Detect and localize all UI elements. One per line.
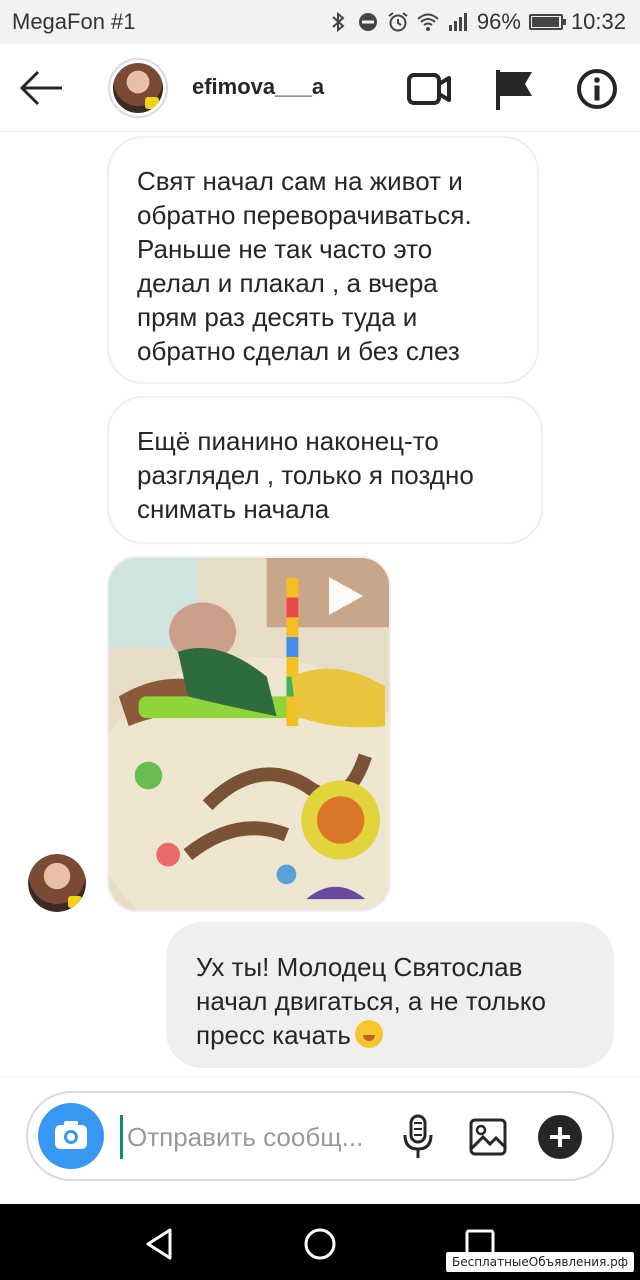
back-arrow-icon[interactable] xyxy=(18,66,66,110)
sender-avatar[interactable] xyxy=(28,854,86,912)
android-nav-bar: БесплатныеОбъявления.рф xyxy=(0,1204,640,1280)
wifi-icon xyxy=(417,13,439,31)
info-icon[interactable] xyxy=(574,66,620,112)
bluetooth-icon xyxy=(332,11,345,33)
camera-button[interactable] xyxy=(38,1103,104,1169)
plus-icon xyxy=(550,1127,570,1147)
battery-percent: 96% xyxy=(476,9,521,34)
message-text-line: разглядел , только я поздно xyxy=(137,460,474,490)
video-call-icon[interactable] xyxy=(406,66,452,112)
message-text-line: Ух ты! Молодец Святослав xyxy=(196,952,523,982)
message-text-line: пресс качать xyxy=(196,1018,584,1052)
message-text-line: делал и плакал , а вчера xyxy=(137,268,438,298)
incoming-message-bubble[interactable]: Свят начал сам на живот и обратно перево… xyxy=(107,136,539,384)
signal-icon xyxy=(448,13,467,31)
gallery-icon[interactable] xyxy=(468,1117,508,1157)
battery-icon xyxy=(528,14,566,30)
watermark: БесплатныеОбъявления.рф xyxy=(446,1252,634,1272)
carrier-name: MegaFon #1 xyxy=(12,9,136,34)
message-text-line: обратно сделал и без слез xyxy=(137,336,460,366)
nav-back-icon[interactable] xyxy=(140,1224,180,1264)
play-icon[interactable] xyxy=(325,574,365,618)
message-text-line: Раньше не так часто это xyxy=(137,234,433,264)
message-text-line: Ещё пианино наконец-то xyxy=(137,426,439,456)
status-icons: 96% 10:32 xyxy=(327,9,626,35)
message-input[interactable] xyxy=(120,1115,390,1159)
message-text-line: Свят начал сам на живот и xyxy=(137,166,463,196)
message-composer xyxy=(26,1091,614,1181)
message-text-line: начал двигаться, а не только xyxy=(196,986,547,1016)
message-text-line: снимать начала xyxy=(137,494,330,524)
avatar-image xyxy=(28,854,86,912)
avatar-image xyxy=(113,63,163,113)
camera-icon xyxy=(55,1121,87,1149)
video-message[interactable] xyxy=(107,556,391,912)
hand-over-mouth-emoji-icon xyxy=(354,1020,383,1048)
flag-icon[interactable] xyxy=(492,66,538,112)
add-button[interactable] xyxy=(538,1115,582,1159)
outgoing-message-bubble[interactable]: Ух ты! Молодец Святослав начал двигаться… xyxy=(166,922,614,1068)
chat-username[interactable]: efimova___a xyxy=(192,74,324,100)
chat-header: efimova___a xyxy=(0,44,640,132)
avatar[interactable] xyxy=(108,58,168,118)
microphone-icon[interactable] xyxy=(400,1113,436,1161)
message-text: пресс качать xyxy=(196,1020,351,1050)
message-text-line: прям раз десять туда и xyxy=(137,302,418,332)
do-not-disturb-icon xyxy=(358,13,377,31)
status-bar: MegaFon #1 96% 10:32 xyxy=(0,0,640,44)
clock: 10:32 xyxy=(570,9,626,34)
nav-home-icon[interactable] xyxy=(300,1224,340,1264)
alarm-icon xyxy=(388,12,408,32)
battery-level-fill xyxy=(531,17,559,27)
incoming-message-bubble[interactable]: Ещё пианино наконец-то разглядел , тольк… xyxy=(107,396,543,544)
message-text-line: обратно переворачиваться. xyxy=(137,200,472,230)
composer-bar xyxy=(0,1076,640,1204)
